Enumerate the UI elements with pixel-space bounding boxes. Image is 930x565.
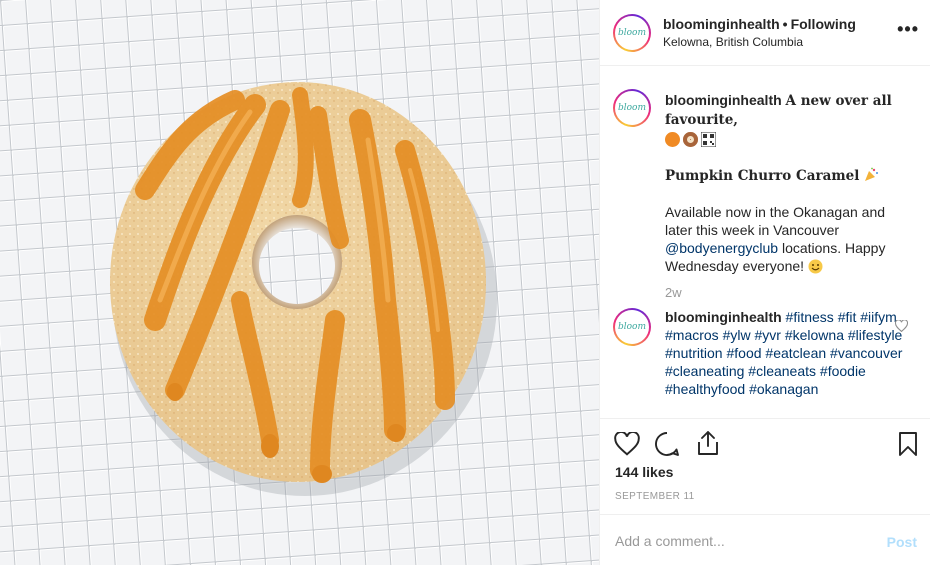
hashtag-link[interactable]: #fitness: [786, 309, 834, 325]
hashtag-link[interactable]: #ylw: [723, 327, 751, 343]
pumpkin-icon: [665, 131, 680, 147]
avatar-logo: bloom: [615, 91, 649, 125]
flavor-name: Pumpkin Churro Caramel: [665, 168, 860, 184]
avatar[interactable]: bloom: [613, 89, 651, 127]
caption-emoji-row: [665, 130, 910, 148]
qr-code-icon: [701, 131, 716, 147]
caramel-donut-photo: [0, 0, 599, 565]
avatar[interactable]: bloom: [613, 13, 651, 52]
hashtag-link[interactable]: #nutrition: [665, 345, 723, 361]
header-username[interactable]: bloominginhealth: [663, 16, 780, 32]
hashtag-link[interactable]: #yvr: [754, 327, 780, 343]
caption-body: bloominginhealth A new over all favourit…: [665, 89, 910, 275]
donut-icon: [683, 131, 698, 147]
hashtag-link[interactable]: #eatclean: [765, 345, 826, 361]
more-options-icon[interactable]: •••: [897, 20, 919, 38]
header-separator: •: [782, 16, 788, 32]
post-date[interactable]: SEPTEMBER 11: [615, 491, 695, 502]
location-link[interactable]: Kelowna, British Columbia: [663, 34, 856, 50]
instagram-post: bloom bloominginhealth • Following Kelowna…: [0, 0, 930, 565]
hashtag-comment-body: bloominginhealth #fitness #fit #iifym #m…: [665, 308, 910, 398]
actions-section: 144 likes SEPTEMBER 11: [600, 418, 930, 514]
following-button[interactable]: Following: [791, 16, 856, 32]
likes-count[interactable]: 144 likes: [615, 464, 673, 480]
hashtag-link[interactable]: #kelowna: [785, 327, 844, 343]
hashtag-link[interactable]: #vancouver: [830, 345, 902, 361]
hashtag-link[interactable]: #cleaneats: [748, 363, 816, 379]
hashtag-link[interactable]: #healthyfood: [665, 381, 745, 397]
hashtag-link[interactable]: #macros: [665, 327, 719, 343]
save-bookmark-icon[interactable]: [898, 431, 918, 457]
hashtag-link[interactable]: #food: [726, 345, 761, 361]
hashtag-comment: bloom bloominginhealth #fitness #fit #ii…: [613, 308, 923, 398]
avatar-logo: bloom: [615, 15, 649, 50]
mention-link[interactable]: @bodyenergyclub: [665, 240, 778, 256]
share-icon[interactable]: [696, 430, 720, 456]
smiley-icon: [808, 259, 823, 274]
hashtag-link[interactable]: #okanagan: [749, 381, 818, 397]
like-heart-icon[interactable]: [614, 432, 640, 456]
like-comment-heart-icon[interactable]: [895, 320, 908, 332]
avatar[interactable]: bloom: [613, 308, 651, 346]
post-comment-button[interactable]: Post: [887, 534, 917, 550]
hashtag-link[interactable]: #cleaneating: [665, 363, 744, 379]
post-header: bloom bloominginhealth • Following Kelowna…: [600, 0, 930, 66]
comment-username[interactable]: bloominginhealth: [665, 309, 782, 325]
post-photo[interactable]: [0, 0, 599, 565]
avatar-logo: bloom: [615, 310, 649, 344]
comment-bubble-icon[interactable]: [654, 431, 680, 457]
caption-text: Available now in the Okanagan and later …: [665, 203, 910, 275]
add-comment-input[interactable]: [615, 531, 855, 551]
header-text: bloominginhealth • Following Kelowna, Brit…: [663, 15, 856, 50]
party-popper-icon: [865, 167, 879, 181]
hashtag-link[interactable]: #foodie: [820, 363, 866, 379]
hashtag-link[interactable]: #fit: [838, 309, 857, 325]
add-comment-bar: Post: [600, 514, 930, 565]
caption-comment: bloom bloominginhealth A new over all fa…: [613, 89, 923, 275]
comments-section: bloom bloominginhealth A new over all fa…: [600, 67, 930, 418]
post-side-panel: bloom bloominginhealth • Following Kelowna…: [599, 0, 930, 565]
caption-username[interactable]: bloominginhealth: [665, 92, 782, 108]
hashtag-link[interactable]: #iifym: [860, 309, 897, 325]
caption-age[interactable]: 2w: [665, 285, 682, 300]
caption-body-text: Available now in the Okanagan and later …: [665, 204, 886, 238]
